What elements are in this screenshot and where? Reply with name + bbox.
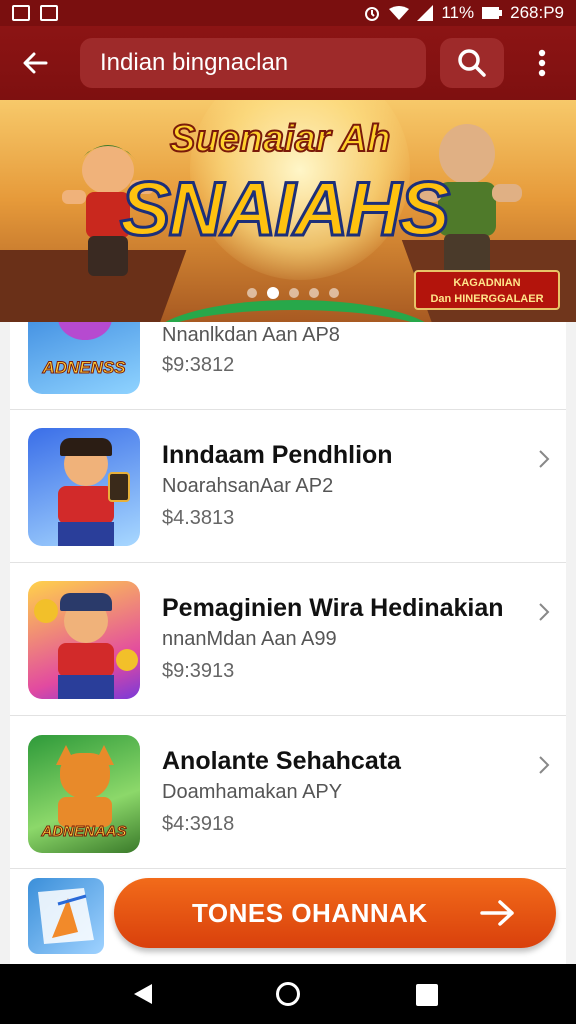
app-screen: 11% 268:P9 Indian bingnaclan Suenaiar Ah…: [0, 0, 576, 1024]
search-button[interactable]: [440, 38, 504, 88]
app-notification-icon: [40, 5, 58, 21]
banner-title-top: Suenaiar Ah: [169, 117, 391, 161]
status-left: [12, 5, 58, 21]
app-title: Anolante Sehahcata: [162, 747, 401, 775]
app-icon: [28, 581, 140, 699]
chevron-right-icon: [539, 603, 550, 621]
app-list: ADNENSS Nnanlkdan Aan AP8 $9:3812 Inndaa…: [10, 322, 566, 964]
alarm-icon: [365, 7, 380, 21]
app-icon: ADNENAAS: [28, 735, 140, 853]
app-subtitle: Doamhamakan APY: [162, 781, 343, 803]
app-subtitle: nnanMdan Aan A99: [162, 628, 337, 650]
cta-button[interactable]: TONES OHANNAK: [114, 878, 556, 948]
nav-recents-icon[interactable]: [416, 984, 438, 1006]
banner-dot[interactable]: [247, 288, 257, 298]
chevron-right-icon: [539, 450, 550, 468]
app-price: $4:3918: [162, 813, 235, 835]
app-price: $9:3913: [162, 660, 235, 682]
badge-line-1: KAGADNIAN: [453, 277, 521, 289]
search-icon: [458, 49, 486, 77]
nav-home-icon[interactable]: [276, 982, 300, 1006]
battery-icon: [482, 7, 503, 19]
banner-arc: [150, 300, 440, 322]
cta-thumbnail[interactable]: [28, 878, 104, 954]
arrow-right-icon: [480, 900, 514, 926]
app-title: Pemaginien Wira Hedinakian: [162, 594, 504, 622]
map-icon: [38, 888, 94, 944]
banner-dot[interactable]: [309, 288, 319, 298]
arrow-left-icon: [23, 52, 48, 74]
system-nav-bar: [0, 964, 576, 1024]
banner-dot[interactable]: [289, 288, 299, 298]
banner-dot-active[interactable]: [267, 287, 279, 299]
search-field[interactable]: [80, 38, 426, 88]
app-icon: [28, 428, 140, 546]
app-icon: ADNENSS: [28, 322, 140, 394]
gallery-notification-icon: [12, 5, 30, 21]
badge-line-2: Dan HINERGGALAER: [430, 293, 544, 305]
app-price: $4.3813: [162, 507, 235, 529]
status-right: 11% 268:P9: [363, 3, 564, 23]
list-item[interactable]: ADNENSS Nnanlkdan Aan AP8 $9:3812: [10, 322, 566, 410]
clock: 268:P9: [510, 3, 564, 22]
search-input[interactable]: [100, 49, 426, 77]
back-button[interactable]: [0, 26, 70, 100]
list-item[interactable]: Pemaginien Wira Hedinakian nnanMdan Aan …: [10, 564, 566, 716]
app-title: Inndaam Pendhlion: [162, 441, 393, 469]
banner-badge[interactable]: KAGADNIAN Dan HINERGGALAER: [414, 270, 560, 310]
cta-label: TONES OHANNAK: [192, 897, 428, 928]
app-subtitle: Nnanlkdan Aan AP8: [162, 324, 340, 346]
banner-dot[interactable]: [329, 288, 339, 298]
more-vert-icon: [538, 49, 546, 77]
app-icon-label: ADNENSS: [42, 358, 126, 378]
promo-banner[interactable]: Suenaiar Ah SNAIAHS KAGADNIAN Dan HINERG…: [0, 100, 576, 322]
app-subtitle: NoarahsanAar AP2: [162, 475, 334, 497]
list-item[interactable]: Inndaam Pendhlion NoarahsanAar AP2 $4.38…: [10, 411, 566, 563]
app-price: $9:3812: [162, 354, 235, 376]
more-options-button[interactable]: [522, 40, 562, 86]
wifi-icon: [389, 6, 410, 20]
chevron-right-icon: [539, 756, 550, 774]
status-bar: 11% 268:P9: [0, 0, 576, 26]
signal-icon: [417, 5, 434, 21]
battery-percent: 11%: [441, 3, 475, 22]
nav-back-icon[interactable]: [132, 982, 154, 1006]
banner-title-main: SNAIAHS: [118, 166, 451, 254]
app-bar: [0, 26, 576, 100]
list-item[interactable]: ADNENAAS Anolante Sehahcata Doamhamakan …: [10, 717, 566, 869]
app-icon-label: ADNENAAS: [41, 823, 127, 841]
